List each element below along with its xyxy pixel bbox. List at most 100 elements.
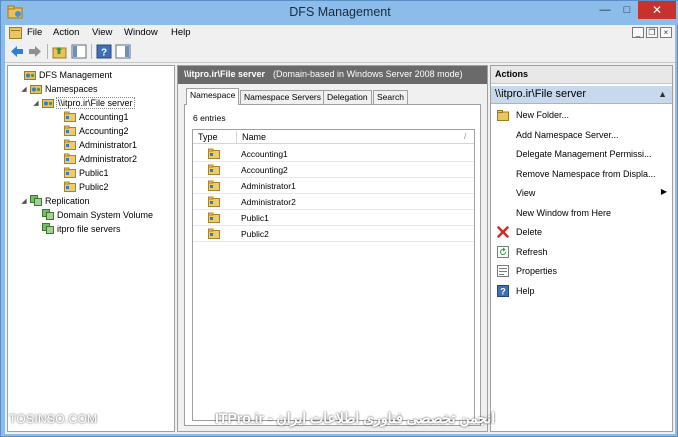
collapse-caret-icon[interactable]: ▲ xyxy=(658,89,667,99)
child-minimize-button[interactable]: _ xyxy=(632,27,644,38)
menu-bar: File Action View Window Help _ ❐ × xyxy=(5,25,675,41)
tab-namespace[interactable]: Namespace xyxy=(186,88,240,105)
tab-delegation[interactable]: Delegation xyxy=(323,90,372,104)
namespace-mode: (Domain-based in Windows Server 2008 mod… xyxy=(273,69,463,79)
forward-arrow-icon[interactable] xyxy=(27,44,43,59)
tree-item[interactable]: Administrator2 xyxy=(54,152,137,165)
tree-item[interactable]: Public2 xyxy=(54,180,109,193)
sort-indicator: / xyxy=(464,132,467,141)
show-hide-tree-icon[interactable] xyxy=(71,44,87,59)
watermark-itpro: انجمن تخصصی فناوری اطلاعات ایران - ITPro… xyxy=(215,410,496,426)
child-restore-button[interactable]: ❐ xyxy=(646,27,658,38)
tree-item[interactable]: Accounting2 xyxy=(54,124,129,137)
action-item[interactable]: Refresh xyxy=(491,243,672,261)
tree-item-label: Administrator2 xyxy=(79,153,138,164)
table-row[interactable]: Administrator2 xyxy=(193,194,474,210)
namespace-path: \\itpro.ir\File server xyxy=(184,69,266,79)
column-header-type[interactable]: Type xyxy=(198,132,218,142)
table-row[interactable]: Public1 xyxy=(193,210,474,226)
tree-item-label: Domain System Volume xyxy=(57,209,154,220)
action-item[interactable]: View ▶ xyxy=(491,184,672,202)
up-folder-icon[interactable] xyxy=(52,44,68,59)
console-icon[interactable] xyxy=(9,27,22,39)
tab-search[interactable]: Search xyxy=(373,90,408,104)
submenu-arrow-icon: ▶ xyxy=(660,187,667,196)
folder-name: Public2 xyxy=(241,229,269,239)
tab-namespace-servers[interactable]: Namespace Servers xyxy=(240,90,326,104)
folder-name: Accounting1 xyxy=(241,149,288,159)
action-item[interactable]: Properties xyxy=(491,262,672,280)
tree-item[interactable]: ◢ \\itpro.ir\File server xyxy=(32,96,135,109)
dfs-management-icon xyxy=(24,71,36,80)
new-folder-icon xyxy=(497,110,509,121)
action-item[interactable]: Remove Namespace from Displa... xyxy=(491,165,672,183)
action-item[interactable]: New Window from Here xyxy=(491,204,672,222)
expand-toggle-icon[interactable]: ◢ xyxy=(32,99,40,107)
toolbar-separator xyxy=(91,44,92,59)
window-title: DFS Management xyxy=(289,5,391,19)
tree-item-label: Namespaces xyxy=(45,83,98,94)
tree-item-label: \\itpro.ir\File server xyxy=(56,96,135,109)
tree-item[interactable]: ◢ Namespaces xyxy=(20,82,98,95)
client-area: File Action View Window Help _ ❐ × ? DFS… xyxy=(5,25,675,434)
actions-section-label: \\itpro.ir\File server xyxy=(495,88,587,100)
folder-name: Accounting2 xyxy=(241,165,288,175)
tree-item[interactable]: Administrator1 xyxy=(54,138,137,151)
tree-item[interactable]: Domain System Volume xyxy=(32,208,153,221)
action-item-label: Remove Namespace from Displa... xyxy=(516,168,656,179)
menu-file[interactable]: File xyxy=(27,27,42,38)
details-header: \\itpro.ir\File server (Domain-based in W… xyxy=(178,66,487,84)
help-topics-icon[interactable]: ? xyxy=(96,44,112,59)
child-close-button[interactable]: × xyxy=(660,27,672,38)
tree-item-label: itpro file servers xyxy=(57,223,121,234)
action-item[interactable]: Add Namespace Server... xyxy=(491,126,672,144)
menu-view[interactable]: View xyxy=(92,27,112,38)
tree-item-label: Accounting2 xyxy=(79,125,129,136)
close-button[interactable]: ✕ xyxy=(638,1,676,19)
minimize-button[interactable]: — xyxy=(594,1,616,19)
tree-item[interactable]: ◢ Replication xyxy=(20,194,90,207)
actions-section-header[interactable]: \\itpro.ir\File server ▲ xyxy=(491,86,672,104)
app-window: DFS Management — □ ✕ File Action View Wi… xyxy=(0,0,678,437)
tree-item[interactable]: Accounting1 xyxy=(54,110,129,123)
action-item[interactable]: Delete xyxy=(491,223,672,241)
column-divider[interactable] xyxy=(236,131,237,143)
back-arrow-icon[interactable] xyxy=(9,44,25,59)
tree-item-label: Accounting1 xyxy=(79,111,129,122)
tree-item[interactable]: DFS Management xyxy=(14,68,112,81)
action-item[interactable]: New Folder... xyxy=(491,106,672,124)
watermark-tosinso: TOSINSO.COM xyxy=(9,412,98,426)
action-item[interactable]: ? Help xyxy=(491,282,672,300)
help-icon: ? xyxy=(497,284,509,297)
tree-item[interactable]: itpro file servers xyxy=(32,222,121,235)
table-row[interactable]: Administrator1 xyxy=(193,178,474,194)
title-bar[interactable]: DFS Management — □ ✕ xyxy=(1,1,678,25)
tree-item[interactable]: Public1 xyxy=(54,166,109,179)
show-hide-action-pane-icon[interactable] xyxy=(115,44,131,59)
action-item-label: Properties xyxy=(516,266,558,276)
table-row[interactable]: Accounting2 xyxy=(193,162,474,178)
action-item-label: Help xyxy=(516,285,535,296)
table-row[interactable]: Public2 xyxy=(193,226,474,242)
column-header-name[interactable]: Name xyxy=(242,132,266,142)
folder-target-icon xyxy=(64,111,76,122)
namespace-details-pane: \\itpro.ir\File server (Domain-based in W… xyxy=(177,65,488,432)
expand-toggle-icon[interactable]: ◢ xyxy=(20,197,28,205)
action-item-label: View xyxy=(516,188,536,198)
svg-text:?: ? xyxy=(101,48,107,59)
expand-toggle-icon[interactable]: ◢ xyxy=(20,85,28,93)
table-row[interactable]: Accounting1 xyxy=(193,146,474,162)
menu-window[interactable]: Window xyxy=(124,27,158,38)
maximize-button[interactable]: □ xyxy=(616,1,638,19)
action-item[interactable]: Delegate Management Permissi... xyxy=(491,145,672,163)
action-item-label: New Window from Here xyxy=(516,207,612,218)
namespaces-icon xyxy=(30,85,42,94)
menu-action[interactable]: Action xyxy=(53,27,79,38)
action-item-label: New Folder... xyxy=(516,110,570,120)
folder-target-icon xyxy=(64,139,76,150)
menu-help[interactable]: Help xyxy=(171,27,191,38)
folder-name: Administrator2 xyxy=(241,197,296,207)
folder-target-icon xyxy=(64,167,76,178)
action-item-label: Refresh xyxy=(516,246,548,257)
tree-item-label: Administrator1 xyxy=(79,139,138,150)
